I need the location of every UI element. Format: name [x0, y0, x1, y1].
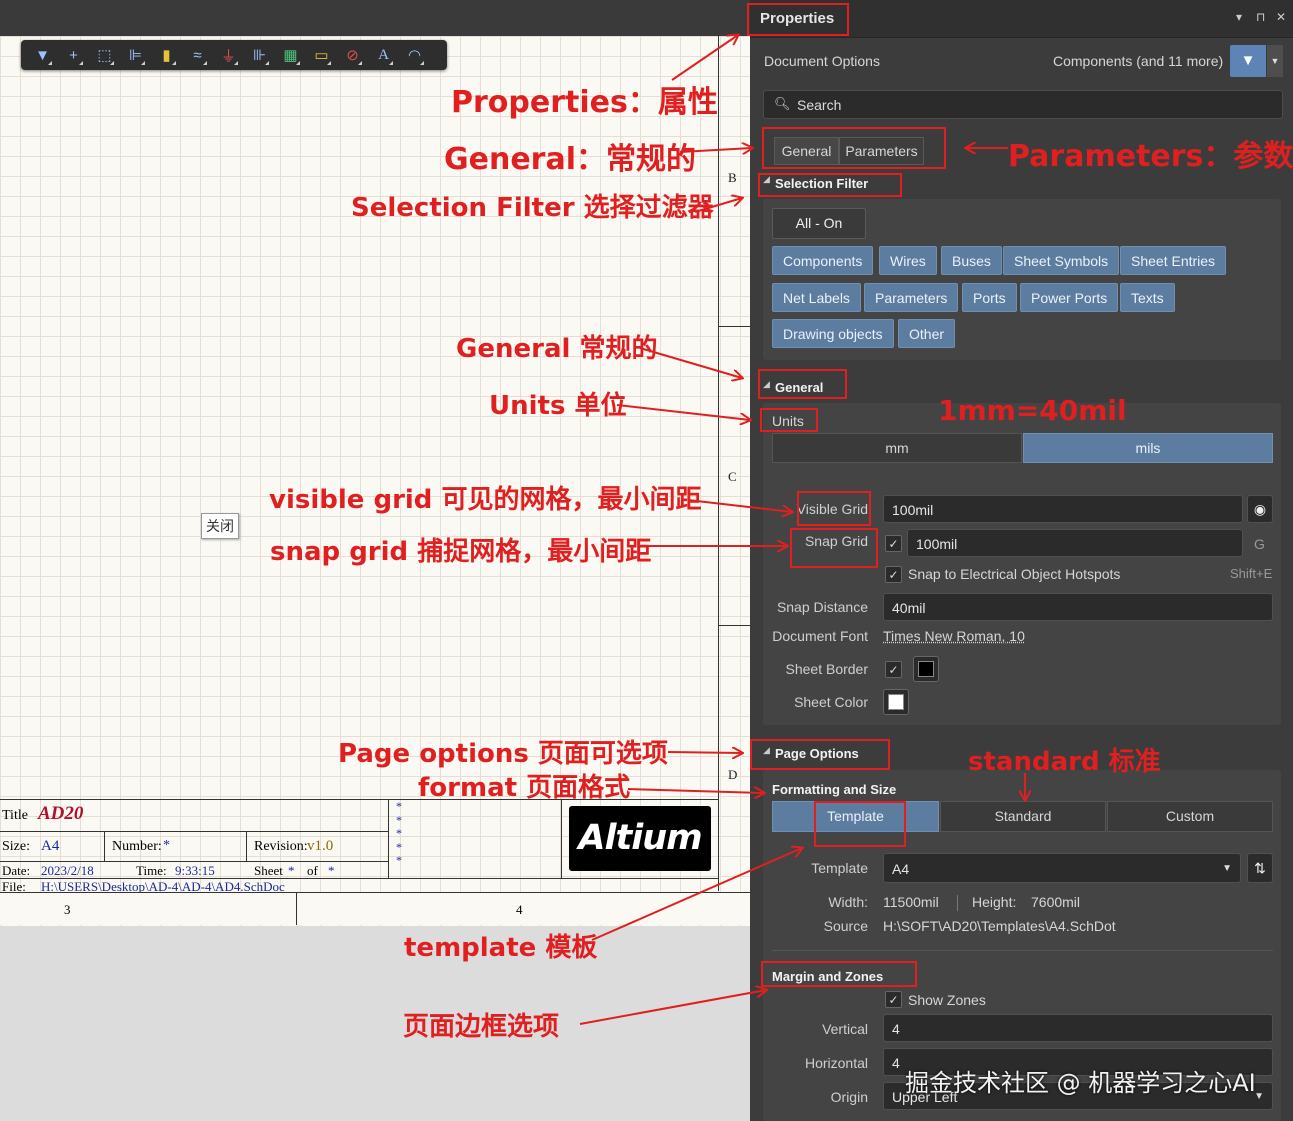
watermark: 掘金技术社区 @ 机器学习之心AI	[905, 1069, 1256, 1097]
annotation-arrows	[579, 0, 1293, 1025]
arrow-template	[591, 848, 802, 941]
arrow-units	[616, 404, 750, 420]
arrow-selection-filter	[694, 198, 742, 213]
arrow-visible-grid	[687, 499, 792, 512]
arrow-page-options	[667, 752, 742, 753]
arrow-margin	[579, 990, 766, 1025]
arrow-properties	[671, 35, 738, 81]
arrow-general-mid	[639, 347, 742, 378]
arrow-general-top	[679, 148, 752, 152]
arrow-format	[627, 789, 764, 793]
